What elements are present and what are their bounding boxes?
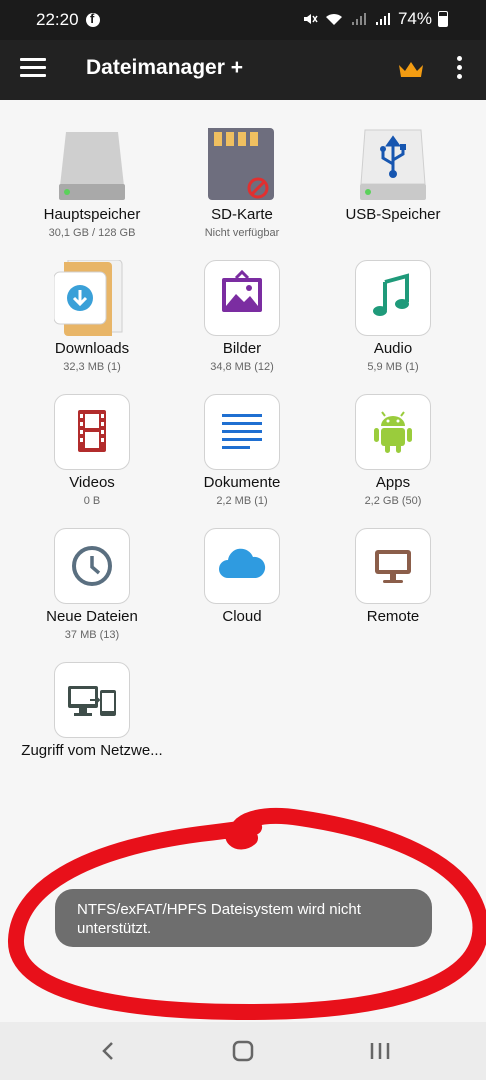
tile-sublabel: 34,8 MB (12) (210, 361, 274, 373)
tile-sublabel: 5,9 MB (1) (367, 361, 419, 373)
music-note-icon (373, 273, 409, 316)
tile-zugriff-vom-netzwerk[interactable]: Zugriff vom Netzwe... (17, 662, 167, 792)
clock-icon (72, 546, 112, 586)
tile-sublabel: 2,2 GB (50) (364, 495, 422, 507)
tile-sublabel: Nicht verfügbar (204, 227, 280, 239)
toast-message: NTFS/exFAT/HPFS Dateisystem wird nicht u… (55, 889, 432, 947)
crown-icon[interactable] (396, 58, 426, 82)
tile-sublabel: 32,3 MB (1) (63, 361, 121, 373)
tile-label: Cloud (222, 608, 262, 625)
wifi-icon (325, 13, 342, 25)
tile-label: Remote (366, 608, 420, 625)
film-icon (78, 410, 106, 452)
tile-label: Hauptspeicher (43, 206, 141, 223)
tile-downloads[interactable]: Downloads 32,3 MB (1) (17, 259, 167, 390)
tile-icon-frame (355, 260, 431, 336)
system-icons: 74% (302, 9, 448, 29)
tile-sublabel: 37 MB (13) (64, 629, 120, 641)
tile-icon-frame (355, 528, 431, 604)
tile-icon-frame (54, 662, 130, 738)
status-bar: 22:20 74% (0, 0, 486, 40)
tile-icon-frame (355, 394, 431, 470)
tile-label: USB-Speicher (345, 206, 441, 223)
tile-label: SD-Karte (211, 206, 273, 223)
tile-label: Downloads (54, 340, 130, 357)
tile-sublabel: 30,1 GB / 128 GB (48, 227, 136, 239)
tile-icon-frame (54, 394, 130, 470)
battery-icon (438, 11, 448, 27)
tile-usb-speicher[interactable]: USB-Speicher (318, 126, 468, 256)
more-options-icon[interactable] (452, 56, 466, 84)
tile-label: Audio (373, 340, 413, 357)
tile-icon-frame (204, 528, 280, 604)
android-icon (374, 411, 412, 453)
downloads-icon (53, 259, 130, 336)
clock: 22:20 (36, 10, 79, 29)
tile-label: Zugriff vom Netzwe... (21, 742, 163, 759)
app-title: Dateimanager + (86, 56, 243, 79)
tile-label: Dokumente (203, 474, 281, 491)
tile-label: Videos (69, 474, 115, 491)
tile-dokumente[interactable]: Dokumente 2,2 MB (1) (167, 394, 317, 524)
tile-icon-frame (204, 394, 280, 470)
mute-icon (303, 14, 318, 24)
hard-drive-icon (54, 126, 130, 202)
tile-icon-frame (204, 260, 280, 336)
tile-sublabel: 2,2 MB (1) (216, 495, 268, 507)
tile-neue-dateien[interactable]: Neue Dateien 37 MB (13) (17, 528, 167, 658)
tile-bilder[interactable]: Bilder 34,8 MB (12) (167, 260, 317, 390)
tile-videos[interactable]: Videos 0 B (17, 394, 167, 524)
tile-remote[interactable]: Remote (318, 528, 468, 658)
home-icon[interactable] (223, 1038, 263, 1064)
recent-apps-icon[interactable] (360, 1038, 400, 1064)
usb-drive-icon (355, 126, 431, 202)
monitor-icon (375, 550, 411, 583)
tile-sublabel: 0 B (83, 495, 101, 507)
hamburger-menu-icon[interactable] (20, 58, 46, 82)
tile-apps[interactable]: Apps 2,2 GB (50) (318, 394, 468, 524)
tile-cloud[interactable]: Cloud (167, 528, 317, 658)
tile-label: Neue Dateien (46, 608, 138, 625)
cloud-icon (219, 548, 266, 578)
image-icon (222, 269, 262, 312)
sd-card-icon (204, 126, 280, 202)
tile-sd-karte[interactable]: SD-Karte Nicht verfügbar (167, 126, 317, 256)
signal-icon-2 (375, 13, 390, 25)
tile-label: Apps (375, 474, 411, 491)
battery-percentage: 74% (397, 9, 432, 28)
signal-icon (351, 13, 366, 25)
tile-label: Bilder (222, 340, 262, 357)
tile-hauptspeicher[interactable]: Hauptspeicher 30,1 GB / 128 GB (17, 126, 167, 256)
document-icon (222, 414, 262, 449)
facebook-notification-icon (86, 11, 100, 27)
app-bar: Dateimanager + (0, 40, 486, 100)
back-icon[interactable] (88, 1038, 128, 1064)
tile-audio[interactable]: Audio 5,9 MB (1) (318, 260, 468, 390)
tile-icon-frame (54, 528, 130, 604)
network-devices-icon (68, 686, 116, 716)
system-navigation-bar (0, 1022, 486, 1080)
